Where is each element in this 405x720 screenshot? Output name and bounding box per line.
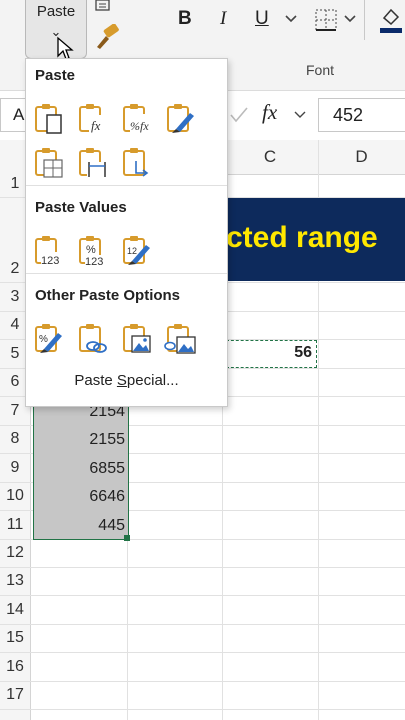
paste-picture-icon[interactable] [122, 323, 152, 355]
formula-input[interactable]: 452 [318, 98, 405, 132]
row-header[interactable]: 15 [0, 629, 30, 647]
paste-special-text-pre: Paste [74, 372, 117, 389]
check-icon[interactable] [229, 106, 249, 124]
title-banner-text: cted range [226, 221, 378, 254]
paste-special-text-post: pecial... [126, 372, 179, 389]
row-header[interactable]: 9 [0, 459, 30, 477]
underline-button[interactable]: U [255, 8, 269, 30]
row-header[interactable]: 12 [0, 544, 30, 562]
menu-separator [26, 273, 227, 274]
no-borders-icon[interactable] [34, 147, 64, 179]
paste-special-accelerator: S [116, 372, 127, 389]
title-banner: cted range [222, 197, 405, 281]
row-header[interactable]: 16 [0, 658, 30, 676]
formula-value: 452 [333, 105, 364, 125]
row-header[interactable]: 11 [0, 516, 30, 534]
transpose-icon[interactable] [122, 147, 152, 179]
paste-link-icon[interactable] [78, 323, 108, 355]
paste-linked-picture-icon[interactable] [162, 323, 198, 355]
font-group-label: Font [305, 62, 334, 78]
cell-b9[interactable]: 6855 [33, 460, 125, 478]
borders-icon[interactable] [313, 7, 339, 33]
keep-column-widths-icon[interactable] [78, 147, 108, 179]
pct-label: % [86, 244, 96, 256]
format-painter-icon[interactable] [93, 24, 121, 50]
row-header[interactable]: 13 [0, 572, 30, 590]
svg-text:12: 12 [127, 246, 137, 256]
row-header[interactable]: 8 [0, 430, 30, 448]
other-paste-options-heading: Other Paste Options [35, 287, 181, 304]
paste-button-label: Paste [36, 3, 76, 20]
values-123-label: 123 [41, 255, 59, 267]
fx-label: fx [91, 118, 101, 133]
paste-section-heading: Paste [35, 67, 76, 84]
cell-b10[interactable]: 6646 [33, 488, 125, 506]
cell-c5[interactable]: 56 [226, 344, 312, 362]
name-box-text: A [13, 105, 25, 124]
paste-formulas-icon[interactable]: fx [78, 103, 108, 135]
chevron-down-icon[interactable] [294, 110, 306, 120]
paste-values-number-formatting-icon[interactable]: % 123 [78, 235, 108, 267]
pct-fx-label: %fx [130, 119, 149, 133]
menu-separator [26, 185, 227, 186]
paste-formatting-icon[interactable]: % [34, 323, 64, 355]
paste-special-menu-item[interactable]: Paste Special... [26, 372, 227, 389]
svg-text:%: % [39, 334, 48, 345]
row-header[interactable]: 17 [0, 686, 30, 704]
italic-button[interactable]: I [220, 8, 226, 30]
copy-icon[interactable] [93, 0, 119, 14]
column-header-d[interactable]: D [318, 140, 405, 174]
paste-button[interactable]: Paste ⌄ [25, 0, 87, 60]
paste-options-menu: Paste fx %fx Paste Values 123 % 123 12 O… [25, 58, 228, 407]
chevron-down-icon[interactable] [343, 13, 357, 25]
keep-source-formatting-icon[interactable] [166, 103, 196, 135]
ribbon-separator [364, 0, 365, 40]
name-box[interactable]: A [0, 98, 28, 132]
values-123-label: 123 [85, 256, 103, 267]
row-header[interactable]: 14 [0, 601, 30, 619]
column-header-c[interactable]: C [222, 140, 318, 174]
cell-b8[interactable]: 2155 [33, 431, 125, 449]
bold-button[interactable]: B [178, 8, 192, 30]
paste-values-source-formatting-icon[interactable]: 12 [122, 235, 152, 267]
fill-handle[interactable] [124, 535, 130, 541]
row-header[interactable]: 10 [0, 487, 30, 505]
paste-values-icon[interactable]: 123 [34, 235, 64, 267]
fill-color-icon[interactable] [378, 4, 404, 34]
paste-formulas-number-formatting-icon[interactable]: %fx [122, 103, 156, 135]
paste-values-section-heading: Paste Values [35, 199, 127, 216]
paste-icon[interactable] [34, 103, 64, 135]
chevron-down-icon[interactable] [284, 13, 298, 25]
insert-function-button[interactable]: fx [262, 100, 277, 125]
cell-b11[interactable]: 445 [33, 517, 125, 535]
